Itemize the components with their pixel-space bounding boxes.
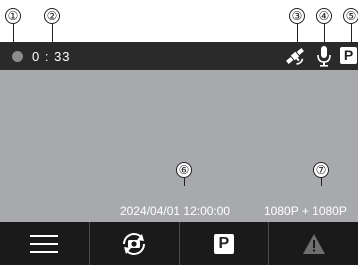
status-bar: 0 : 33 P: [0, 42, 358, 70]
datetime-display: 2024/04/01 12:00:00: [120, 204, 231, 218]
camera-switch-button[interactable]: [88, 222, 179, 265]
menu-icon: [30, 234, 59, 253]
callout-7-leader: [321, 178, 322, 186]
gps-satellite-icon: [286, 48, 304, 65]
parking-button[interactable]: P: [178, 222, 269, 265]
callout-6: ⑥: [176, 162, 192, 178]
callout-1: ①: [5, 8, 21, 24]
callout-5: ⑤: [343, 8, 358, 24]
parking-icon: P: [213, 233, 234, 254]
resolution-display: 1080P + 1080P: [264, 204, 347, 218]
microphone-icon: [317, 46, 331, 67]
callout-3: ③: [289, 8, 305, 24]
event-record-button[interactable]: [268, 222, 358, 265]
callout-2: ②: [44, 8, 60, 24]
callout-7: ⑦: [313, 162, 329, 178]
camera-switch-icon: [123, 232, 146, 255]
softkey-bar: P: [0, 222, 358, 265]
recording-status-dot: [12, 51, 23, 62]
dashcam-screen: 0 : 33 P ⑥ ⑦ 2024/04/01 12:00:00 1080P +…: [0, 42, 358, 265]
callout-4: ④: [316, 8, 332, 24]
recording-time: 0 : 33: [32, 49, 71, 64]
warning-icon: [302, 233, 325, 254]
parking-mode-badge: P: [340, 47, 357, 64]
callout-6-leader: [184, 178, 185, 186]
menu-button[interactable]: [0, 222, 89, 265]
